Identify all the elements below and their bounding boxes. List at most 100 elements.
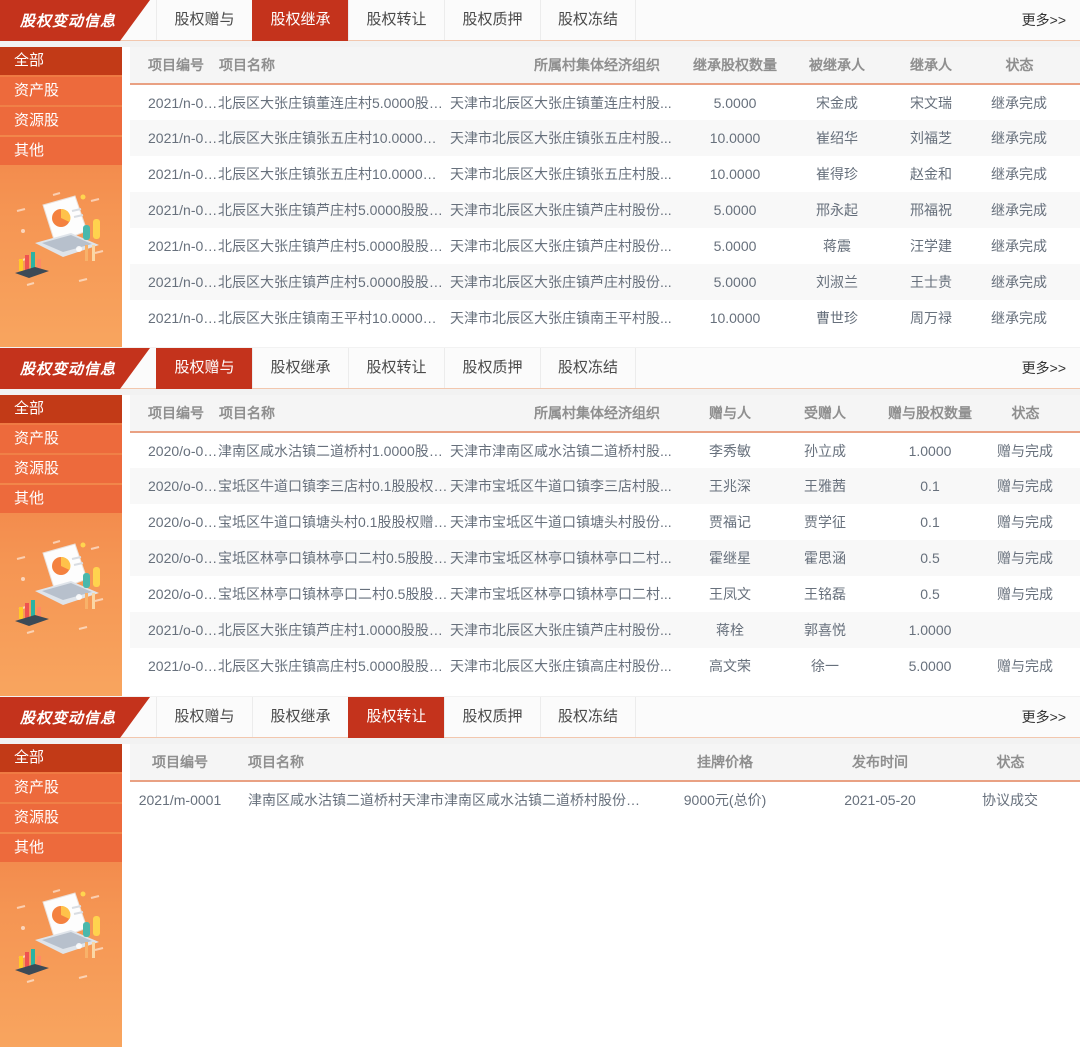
panel-title-ribbon: 股权变动信息 — [0, 348, 150, 389]
panel-header-bar: 股权变动信息 股权赠与股权继承股权转让股权质押股权冻结 更多>> — [0, 348, 1080, 389]
table-cell: 北辰区大张庄镇董连庄村5.0000股股权继... — [218, 84, 450, 120]
table-row[interactable]: 2021/m-0001津南区咸水沽镇二道桥村天津市津南区咸水沽镇二道桥村股份经.… — [130, 781, 1080, 817]
table-header-row: 项目编号项目名称挂牌价格发布时间状态 — [130, 744, 1080, 781]
column-header: 项目编号 — [130, 744, 230, 781]
table-cell: 周万禄 — [884, 300, 978, 336]
column-header: 发布时间 — [800, 744, 960, 781]
table-cell: 北辰区大张庄镇南王平村10.0000股股权继... — [218, 300, 450, 336]
more-link[interactable]: 更多>> — [1022, 697, 1066, 738]
table-cell: 继承完成 — [978, 84, 1080, 120]
tab-transfer[interactable]: 股权转让 — [348, 0, 444, 40]
table-cell: 10.0000 — [680, 156, 790, 192]
table-row[interactable]: 2021/o-0006北辰区大张庄镇高庄村5.0000股股权赠与...天津市北辰… — [130, 648, 1080, 684]
table-row[interactable]: 2021/n-0049北辰区大张庄镇张五庄村10.0000股股权继...天津市北… — [130, 120, 1080, 156]
tab-freeze[interactable]: 股权冻结 — [540, 348, 636, 388]
table-cell: 继承完成 — [978, 120, 1080, 156]
sidebar-item-all[interactable]: 全部 — [0, 47, 122, 75]
sidebar-item-all[interactable]: 全部 — [0, 744, 122, 772]
table-cell: 天津市北辰区大张庄镇芦庄村股份... — [450, 228, 680, 264]
sidebar-item-resource[interactable]: 资源股 — [0, 455, 122, 483]
sidebar-item-other[interactable]: 其他 — [0, 834, 122, 862]
table-row[interactable]: 2020/o-0001宝坻区林亭口镇林亭口二村0.5股股权赠与...天津市宝坻区… — [130, 576, 1080, 612]
tab-inheritance[interactable]: 股权继承 — [252, 0, 348, 41]
table-cell: 继承完成 — [978, 192, 1080, 228]
tab-transfer[interactable]: 股权转让 — [348, 697, 444, 738]
table-cell: 赠与完成 — [990, 576, 1080, 612]
panel-body: 全部资产股资源股其他 — [0, 47, 1080, 347]
finance-illustration — [0, 189, 122, 297]
table-cell: 徐一 — [780, 648, 870, 684]
table-cell: 5.0000 — [680, 84, 790, 120]
tab-gift[interactable]: 股权赠与 — [156, 697, 252, 737]
more-link[interactable]: 更多>> — [1022, 348, 1066, 389]
table-cell: 北辰区大张庄镇芦庄村5.0000股股权继承... — [218, 192, 450, 228]
table-row[interactable]: 2021/n-0044北辰区大张庄镇芦庄村5.0000股股权继承...天津市北辰… — [130, 264, 1080, 300]
table-row[interactable]: 2020/o-0003宝坻区牛道口镇塘头村0.1股股权赠与项目天津市宝坻区牛道口… — [130, 504, 1080, 540]
table-cell: 曹世珍 — [790, 300, 884, 336]
table-cell: 天津市宝坻区牛道口镇李三店村股... — [450, 468, 680, 504]
panel-body: 全部资产股资源股其他 — [0, 395, 1080, 696]
table-cell: 协议成交 — [960, 781, 1080, 817]
table-cell: 2021/n-0043 — [130, 300, 218, 336]
table-cell: 北辰区大张庄镇芦庄村5.0000股股权继承... — [218, 228, 450, 264]
table-row[interactable]: 2021/n-0045北辰区大张庄镇芦庄村5.0000股股权继承...天津市北辰… — [130, 228, 1080, 264]
table-row[interactable]: 2021/n-0043北辰区大张庄镇南王平村10.0000股股权继...天津市北… — [130, 300, 1080, 336]
tab-gift[interactable]: 股权赠与 — [156, 348, 252, 389]
table-row[interactable]: 2021/o-0007北辰区大张庄镇芦庄村1.0000股股权赠与...天津市北辰… — [130, 612, 1080, 648]
table-cell: 邢福祝 — [884, 192, 978, 228]
panel-body: 全部资产股资源股其他 — [0, 744, 1080, 1047]
sidebar-item-other[interactable]: 其他 — [0, 137, 122, 165]
table-cell: 0.1 — [870, 504, 990, 540]
table-cell: 孙立成 — [780, 432, 870, 468]
table-cell: 天津市北辰区大张庄镇张五庄村股... — [450, 156, 680, 192]
table-cell: 5.0000 — [680, 192, 790, 228]
sidebar-item-resource[interactable]: 资源股 — [0, 804, 122, 832]
sidebar-item-resource[interactable]: 资源股 — [0, 107, 122, 135]
tab-freeze[interactable]: 股权冻结 — [540, 0, 636, 40]
equity-inheritance-panel: 股权变动信息 股权赠与股权继承股权转让股权质押股权冻结 更多>> 全部资产股资源… — [0, 0, 1080, 347]
table-row[interactable]: 2020/o-0004宝坻区牛道口镇李三店村0.1股股权赠与项目天津市宝坻区牛道… — [130, 468, 1080, 504]
tab-pledge[interactable]: 股权质押 — [444, 697, 540, 737]
data-table: 项目编号项目名称挂牌价格发布时间状态 2021/m-0001津南区咸水沽镇二道桥… — [130, 744, 1080, 817]
table-row[interactable]: 2020/o-0005津南区咸水沽镇二道桥村1.0000股股权赠...天津市津南… — [130, 432, 1080, 468]
table-cell: 2020/o-0003 — [130, 504, 218, 540]
table-cell: 天津市北辰区大张庄镇高庄村股份... — [450, 648, 680, 684]
more-link[interactable]: 更多>> — [1022, 0, 1066, 41]
table-cell: 宋文瑞 — [884, 84, 978, 120]
table-cell: 2021/n-0049 — [130, 120, 218, 156]
equity-transfer-panel: 股权变动信息 股权赠与股权继承股权转让股权质押股权冻结 更多>> 全部资产股资源… — [0, 697, 1080, 1047]
column-header: 赠与股权数量 — [870, 395, 990, 432]
table-row[interactable]: 2021/n-0046北辰区大张庄镇芦庄村5.0000股股权继承...天津市北辰… — [130, 192, 1080, 228]
column-header: 状态 — [960, 744, 1080, 781]
sidebar-item-all[interactable]: 全部 — [0, 395, 122, 423]
tab-inheritance[interactable]: 股权继承 — [252, 348, 348, 388]
table-cell: 李秀敏 — [680, 432, 780, 468]
tab-pledge[interactable]: 股权质押 — [444, 0, 540, 40]
table-cell: 崔得珍 — [790, 156, 884, 192]
sidebar-item-asset[interactable]: 资产股 — [0, 77, 122, 105]
table-cell: 5.0000 — [870, 648, 990, 684]
sidebar-item-other[interactable]: 其他 — [0, 485, 122, 513]
table-cell: 蒋震 — [790, 228, 884, 264]
table-row[interactable]: 2020/o-0002宝坻区林亭口镇林亭口二村0.5股股权赠与...天津市宝坻区… — [130, 540, 1080, 576]
tab-inheritance[interactable]: 股权继承 — [252, 697, 348, 737]
tab-transfer[interactable]: 股权转让 — [348, 348, 444, 388]
table-row[interactable]: 2021/n-0051北辰区大张庄镇董连庄村5.0000股股权继...天津市北辰… — [130, 84, 1080, 120]
tab-freeze[interactable]: 股权冻结 — [540, 697, 636, 737]
table-cell: 2021-05-20 — [800, 781, 960, 817]
laptop-charts-illustration-icon — [13, 189, 109, 297]
table-cell: 天津市北辰区大张庄镇芦庄村股份... — [450, 192, 680, 228]
tab-gift[interactable]: 股权赠与 — [156, 0, 252, 40]
table-cell: 赠与完成 — [990, 432, 1080, 468]
tab-pledge[interactable]: 股权质押 — [444, 348, 540, 388]
sidebar-item-asset[interactable]: 资产股 — [0, 774, 122, 802]
table-cell: 天津市津南区咸水沽镇二道桥村股... — [450, 432, 680, 468]
column-header: 挂牌价格 — [650, 744, 800, 781]
table-row[interactable]: 2021/n-0047北辰区大张庄镇张五庄村10.0000股股权继...天津市北… — [130, 156, 1080, 192]
column-header: 状态 — [978, 47, 1080, 84]
table-cell: 2021/o-0007 — [130, 612, 218, 648]
table-cell: 赠与完成 — [990, 540, 1080, 576]
table-cell: 宝坻区林亭口镇林亭口二村0.5股股权赠与... — [218, 540, 450, 576]
column-header: 状态 — [990, 395, 1080, 432]
sidebar-item-asset[interactable]: 资产股 — [0, 425, 122, 453]
